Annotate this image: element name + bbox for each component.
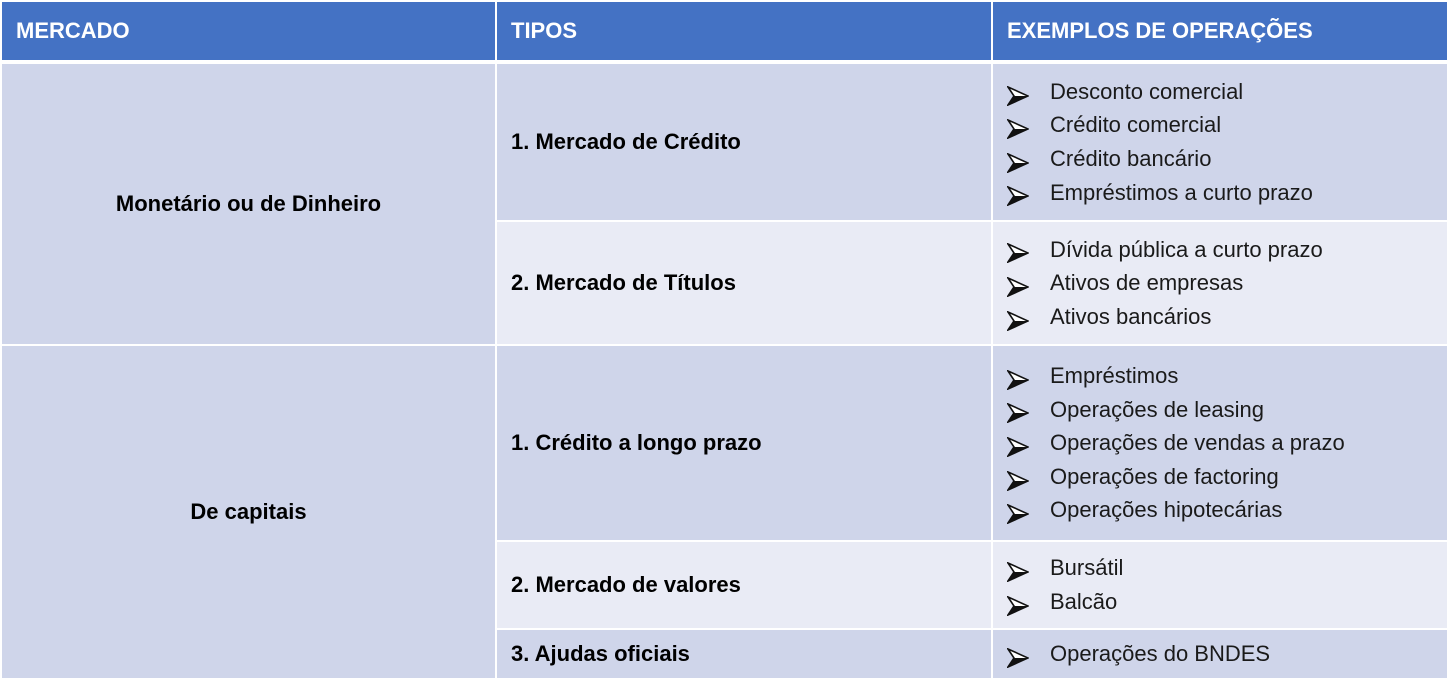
operations-list: Dívida pública a curto prazo Ativos de e… — [1005, 233, 1433, 334]
arrowhead-bullet-icon — [1005, 307, 1030, 332]
list-item: Operações de vendas a prazo — [1005, 426, 1433, 460]
operation-text: Operações de leasing — [1050, 396, 1265, 422]
list-item: Ativos de empresas — [1005, 266, 1433, 300]
table-row: De capitais 1. Crédito a longo prazo Emp… — [0, 344, 1447, 680]
header-row: MERCADO TIPOS EXEMPLOS DE OPERAÇÕES — [0, 0, 1447, 64]
operation-text: Operações do BNDES — [1050, 641, 1271, 667]
operation-text: Empréstimos — [1050, 363, 1179, 389]
list-item: Ativos bancários — [1005, 300, 1433, 334]
operation-text: Desconto comercial — [1050, 78, 1244, 104]
arrowhead-bullet-icon — [1005, 366, 1030, 391]
arrowhead-bullet-icon — [1005, 467, 1030, 492]
operation-text: Empréstimos a curto prazo — [1050, 179, 1313, 205]
list-item: Balcão — [1005, 585, 1433, 619]
list-item: Empréstimos a curto prazo — [1005, 176, 1433, 210]
operations-cell: Bursátil Balcão — [991, 540, 1447, 630]
list-item: Crédito bancário — [1005, 142, 1433, 176]
operations-list: Desconto comercial Crédito comercial Cré… — [1005, 75, 1433, 210]
list-item: Dívida pública a curto prazo — [1005, 233, 1433, 267]
operation-text: Crédito comercial — [1050, 112, 1222, 138]
header-tipos: TIPOS — [495, 0, 993, 64]
operations-list: Operações do BNDES — [1005, 637, 1433, 671]
market-capitais: De capitais — [0, 344, 497, 680]
operations-cell: Operações do BNDES — [991, 628, 1447, 680]
list-item: Operações hipotecárias — [1005, 493, 1433, 527]
operation-text: Operações hipotecárias — [1050, 497, 1283, 523]
operations-list: Empréstimos Operações de leasing Operaçõ… — [1005, 359, 1433, 527]
operations-cell: Dívida pública a curto prazo Ativos de e… — [991, 220, 1447, 346]
type-label: 1. Crédito a longo prazo — [495, 344, 993, 542]
operations-cell: Desconto comercial Crédito comercial Cré… — [991, 61, 1447, 222]
operation-text: Dívida pública a curto prazo — [1050, 236, 1323, 262]
header-mercado: MERCADO — [0, 0, 497, 64]
arrowhead-bullet-icon — [1005, 644, 1030, 669]
operation-text: Bursátil — [1050, 555, 1124, 581]
markets-table: MERCADO TIPOS EXEMPLOS DE OPERAÇÕES Mone… — [0, 0, 1447, 680]
operation-text: Crédito bancário — [1050, 146, 1212, 171]
operations-list: Bursátil Balcão — [1005, 551, 1433, 619]
arrowhead-bullet-icon — [1005, 149, 1030, 174]
type-label: 2. Mercado de valores — [495, 540, 993, 630]
list-item: Operações do BNDES — [1005, 637, 1433, 671]
table-row: Monetário ou de Dinheiro 1. Mercado de C… — [0, 61, 1447, 346]
operation-text: Operações de factoring — [1050, 463, 1279, 489]
type-label: 3. Ajudas oficiais — [495, 628, 993, 680]
operation-text: Ativos de empresas — [1050, 270, 1244, 296]
type-label: 1. Mercado de Crédito — [495, 61, 993, 222]
list-item: Desconto comercial — [1005, 75, 1433, 109]
arrowhead-bullet-icon — [1005, 82, 1030, 107]
type-label: 2. Mercado de Títulos — [495, 220, 993, 346]
operation-text: Ativos bancários — [1050, 303, 1212, 329]
arrowhead-bullet-icon — [1005, 399, 1030, 425]
operation-text: Operações de vendas a prazo — [1050, 430, 1345, 456]
list-item: Operações de leasing — [1005, 393, 1433, 427]
list-item: Empréstimos — [1005, 359, 1433, 393]
arrowhead-bullet-icon — [1005, 182, 1030, 208]
arrowhead-bullet-icon — [1005, 433, 1030, 458]
market-monetario: Monetário ou de Dinheiro — [0, 61, 497, 346]
arrowhead-bullet-icon — [1005, 592, 1030, 617]
operations-cell: Empréstimos Operações de leasing Operaçõ… — [991, 344, 1447, 542]
arrowhead-bullet-icon — [1005, 500, 1030, 526]
arrowhead-bullet-icon — [1005, 273, 1030, 298]
arrowhead-bullet-icon — [1005, 558, 1030, 584]
operation-text: Balcão — [1050, 589, 1118, 614]
list-item: Bursátil — [1005, 551, 1433, 585]
list-item: Operações de factoring — [1005, 460, 1433, 494]
arrowhead-bullet-icon — [1005, 239, 1030, 265]
list-item: Crédito comercial — [1005, 108, 1433, 142]
arrowhead-bullet-icon — [1005, 115, 1030, 141]
header-exemplos: EXEMPLOS DE OPERAÇÕES — [991, 0, 1447, 64]
